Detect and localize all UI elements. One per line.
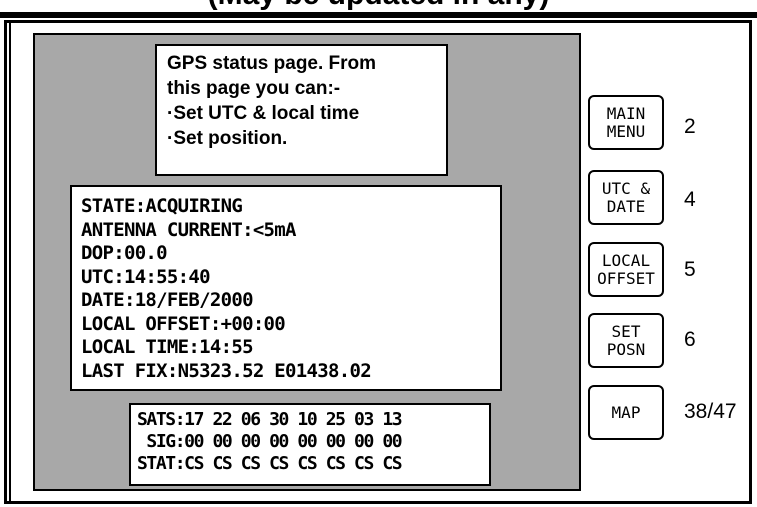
map-key-number: 38/47 <box>684 400 737 423</box>
utc-date-key-number: 4 <box>684 188 696 211</box>
button-label: UTC & <box>601 178 651 198</box>
help-text-box: GPS status page. From this page you can:… <box>155 44 448 176</box>
status-local-offset: LOCAL OFFSET:+00:00 <box>81 312 286 335</box>
status-date: DATE:18/FEB/2000 <box>81 289 254 311</box>
button-label: DATE <box>606 196 646 216</box>
button-label: LOCAL <box>601 250 651 270</box>
main-menu-key-number: 2 <box>684 115 696 138</box>
button-label: POSN <box>606 339 646 359</box>
help-line: ·Set UTC & local time <box>167 103 360 124</box>
status-local-time: LOCAL TIME:14:55 <box>81 336 254 358</box>
help-line: this page you can:- <box>167 78 341 99</box>
top-divider <box>0 12 757 18</box>
button-label: SET <box>611 321 641 341</box>
help-line: GPS status page. From <box>167 53 377 74</box>
status-antenna-current: ANTENNA CURRENT:<5mA <box>81 218 296 241</box>
local-offset-key-number: 5 <box>684 258 696 281</box>
status-utc: UTC:14:55:40 <box>81 265 211 288</box>
sig-row: SIG:00 00 00 00 00 00 00 00 <box>137 431 402 452</box>
help-line: ·Set position. <box>167 128 288 149</box>
satellite-table: SATS:17 22 06 30 10 25 03 13 SIG:00 00 0… <box>129 403 491 486</box>
set-posn-key-number: 6 <box>684 328 696 351</box>
frame-inner-line <box>9 20 11 504</box>
sats-row: SATS:17 22 06 30 10 25 03 13 <box>137 409 403 430</box>
local-offset-button[interactable]: LOCAL OFFSET <box>588 242 664 297</box>
utc-date-button[interactable]: UTC & DATE <box>588 170 664 225</box>
map-button[interactable]: MAP <box>588 385 664 440</box>
page-heading: (May be updated in any) <box>0 0 757 12</box>
status-dop: DOP:00.0 <box>81 242 168 264</box>
button-label: MAP <box>611 402 641 422</box>
status-state: STATE:ACQUIRING <box>81 195 243 217</box>
button-label: MAIN <box>606 103 646 123</box>
set-posn-button[interactable]: SET POSN <box>588 313 664 368</box>
status-last-fix: LAST FIX:N5323.52 E01438.02 <box>81 359 372 382</box>
main-menu-button[interactable]: MAIN MENU <box>588 95 664 150</box>
stat-row: STAT:CS CS CS CS CS CS CS CS <box>137 453 403 474</box>
button-label: OFFSET <box>597 268 655 288</box>
button-label: MENU <box>606 121 646 141</box>
gps-status-panel: STATE:ACQUIRING ANTENNA CURRENT:<5mA DOP… <box>70 185 502 391</box>
